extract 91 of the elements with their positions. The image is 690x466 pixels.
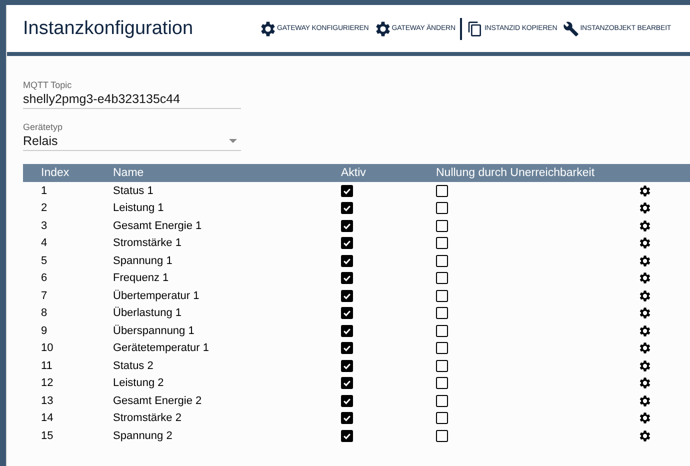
settings-icon[interactable] xyxy=(639,272,651,284)
table-cell-text: 15 xyxy=(40,430,54,442)
table-cell-text: Status 1 xyxy=(113,184,154,197)
table-cell-text: Leistung 2 xyxy=(113,377,165,390)
checkbox[interactable] xyxy=(436,254,448,267)
table-cell-text: Überspannung 1 xyxy=(113,324,196,337)
settings-icon[interactable] xyxy=(639,307,651,320)
table-cell-text: Spannung 2 xyxy=(113,430,174,442)
checkbox[interactable] xyxy=(341,412,353,424)
table-cell-text: 7 xyxy=(40,290,48,302)
field-value: shelly2pmg3-e4b323135c44 xyxy=(23,92,180,106)
checkbox[interactable] xyxy=(341,360,353,372)
wrench-icon xyxy=(563,20,580,36)
settings-icon[interactable] xyxy=(639,324,651,337)
table-cell-text: Überlastung 1 xyxy=(113,307,182,320)
checkbox[interactable] xyxy=(436,307,448,320)
field-label: MQTT Topic xyxy=(23,80,73,90)
settings-icon[interactable] xyxy=(639,220,651,232)
settings-icon[interactable] xyxy=(639,377,651,390)
table-cell-text: Gerätetemperatur 1 xyxy=(113,342,210,354)
table-cell-text: 6 xyxy=(40,272,48,284)
settings-icon[interactable] xyxy=(639,290,651,302)
table-cell-text: 1 xyxy=(40,184,48,197)
checkbox[interactable] xyxy=(341,430,353,442)
column-header: Aktiv xyxy=(341,167,367,179)
form-field[interactable]: Gerätetyp Relais xyxy=(23,122,241,151)
checkbox[interactable] xyxy=(436,377,448,390)
field-value: Relais xyxy=(23,134,58,148)
checkbox[interactable] xyxy=(436,412,448,424)
checkbox[interactable] xyxy=(341,342,353,354)
checkbox[interactable] xyxy=(341,324,353,337)
checkbox[interactable] xyxy=(341,307,353,320)
table-cell-text: 2 xyxy=(40,202,48,214)
column-header: Index xyxy=(40,167,70,179)
table-cell-text: 4 xyxy=(40,237,48,250)
checkbox[interactable] xyxy=(436,237,448,250)
column-header: Nullung durch Unerreichbarkeit xyxy=(436,167,596,179)
checkbox[interactable] xyxy=(436,202,448,214)
table-cell-text: 14 xyxy=(40,412,54,424)
field-label: Gerätetyp xyxy=(23,122,64,132)
table-cell-text: 13 xyxy=(40,394,54,407)
gear-icon xyxy=(374,20,391,36)
settings-icon[interactable] xyxy=(639,254,651,267)
page-title: Instanzkonfiguration xyxy=(23,18,194,40)
checkbox[interactable] xyxy=(341,184,353,197)
settings-icon[interactable] xyxy=(639,430,651,442)
table-cell-text: 12 xyxy=(40,377,54,390)
dropdown-caret-icon xyxy=(229,139,237,143)
table-cell-text: 3 xyxy=(40,220,48,232)
table-cell-text: 9 xyxy=(40,324,48,337)
table-cell-text: Status 2 xyxy=(113,360,154,372)
checkbox[interactable] xyxy=(436,290,448,302)
checkbox[interactable] xyxy=(341,394,353,407)
settings-icon[interactable] xyxy=(639,394,651,407)
checkbox[interactable] xyxy=(341,254,353,267)
checkbox[interactable] xyxy=(436,272,448,284)
settings-icon[interactable] xyxy=(639,202,651,214)
checkbox[interactable] xyxy=(341,272,353,284)
table-cell-text: 11 xyxy=(40,360,54,372)
checkbox[interactable] xyxy=(341,202,353,214)
column-header: Name xyxy=(113,167,145,179)
checkbox[interactable] xyxy=(436,360,448,372)
table-cell-text: Spannung 1 xyxy=(113,254,174,267)
settings-icon[interactable] xyxy=(639,184,651,197)
settings-icon[interactable] xyxy=(639,360,651,372)
checkbox[interactable] xyxy=(341,220,353,232)
table-cell-text: Leistung 1 xyxy=(113,202,165,214)
table-cell-text: Übertemperatur 1 xyxy=(113,290,200,302)
table-cell-text: 5 xyxy=(40,254,48,267)
table-cell-text: 8 xyxy=(40,307,48,320)
checkbox[interactable] xyxy=(341,290,353,302)
checkbox[interactable] xyxy=(436,220,448,232)
gear-icon xyxy=(260,20,276,36)
checkbox[interactable] xyxy=(436,394,448,407)
table-cell-text: 10 xyxy=(40,342,54,354)
table-cell-text: Stromstärke 2 xyxy=(113,412,182,424)
form-field[interactable]: MQTT Topic shelly2pmg3-e4b323135c44 xyxy=(23,80,241,109)
settings-icon[interactable] xyxy=(639,237,651,250)
copy-icon xyxy=(467,20,484,36)
settings-icon[interactable] xyxy=(639,412,651,424)
table-cell-text: Gesamt Energie 1 xyxy=(113,220,203,232)
table-cell-text: Frequenz 1 xyxy=(113,272,170,284)
settings-icon[interactable] xyxy=(639,342,651,354)
checkbox[interactable] xyxy=(436,184,448,197)
checkbox[interactable] xyxy=(341,377,353,390)
checkbox[interactable] xyxy=(436,342,448,354)
checkbox[interactable] xyxy=(436,430,448,442)
table-cell-text: Gesamt Energie 2 xyxy=(113,394,203,407)
table-cell-text: Stromstärke 1 xyxy=(113,237,182,250)
checkbox[interactable] xyxy=(436,324,448,337)
checkbox[interactable] xyxy=(341,237,353,250)
